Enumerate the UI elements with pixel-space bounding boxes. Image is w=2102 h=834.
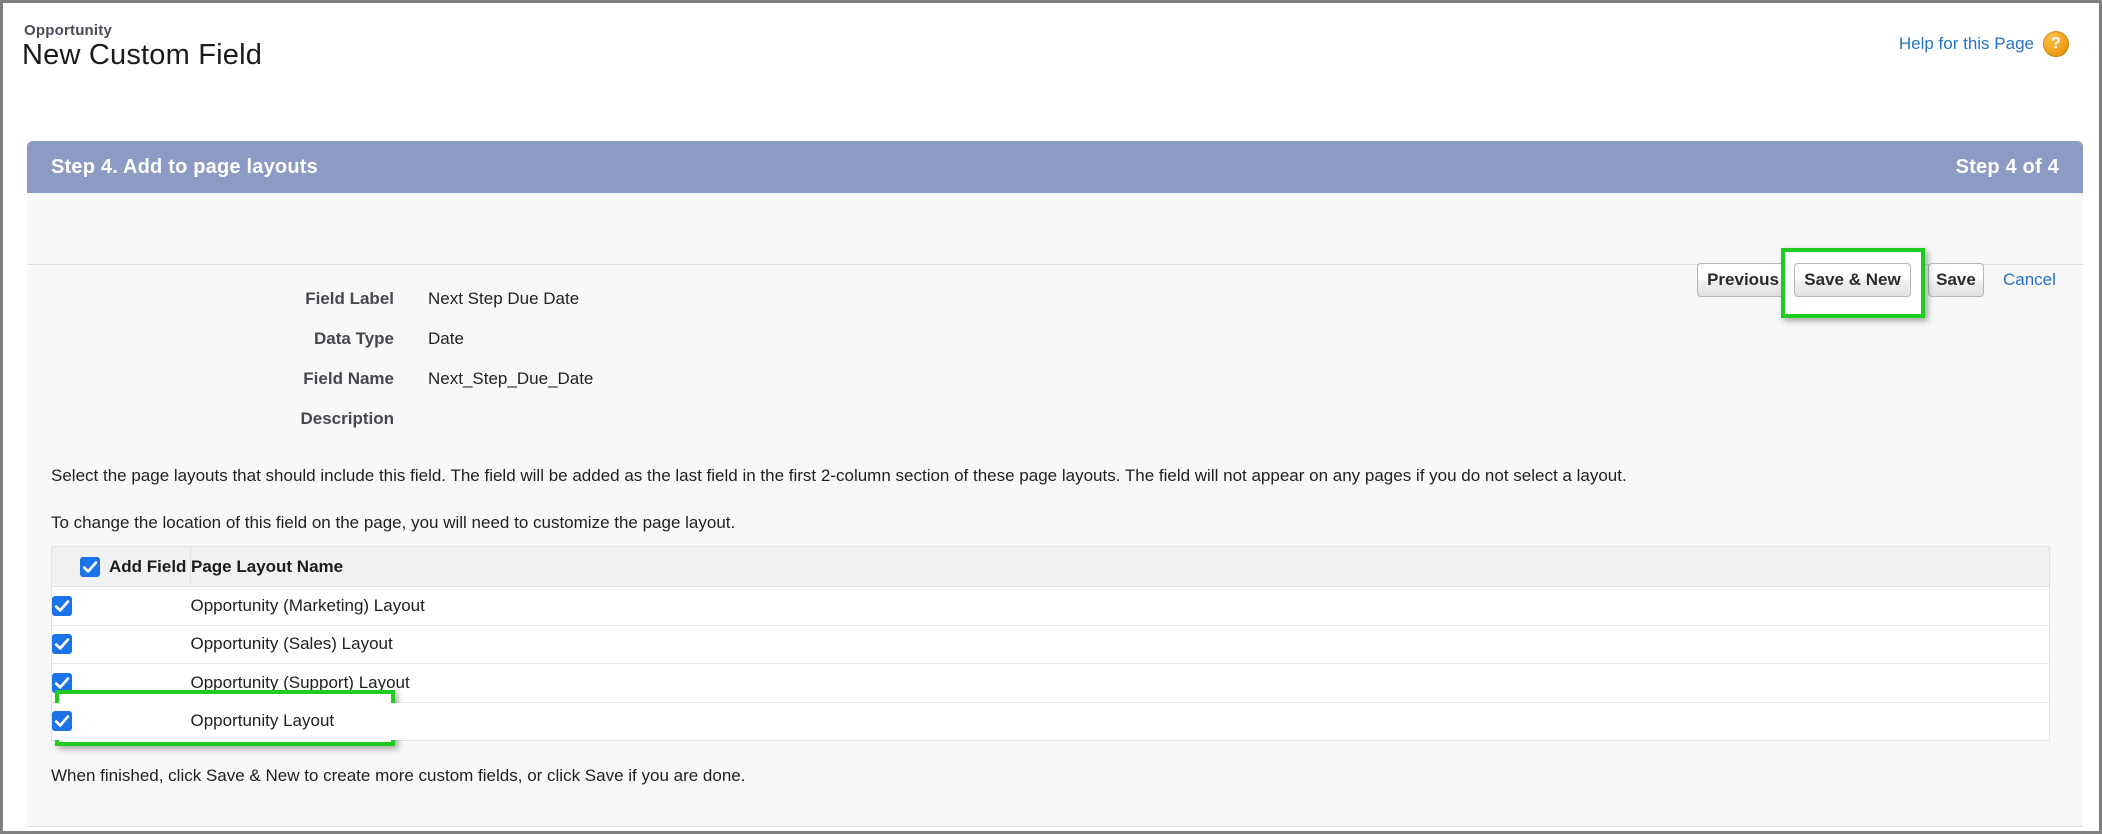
table-header-row: Add Field Page Layout Name [51,546,2050,587]
row-checkbox[interactable] [52,711,72,732]
table-header: Add Field Page Layout Name [51,546,2050,587]
instruction-paragraph-1: Select the page layouts that should incl… [51,466,1627,485]
new-custom-field-panel: Step 4. Add to page layouts Step 4 of 4 … [27,141,2083,827]
row-checkbox[interactable] [52,595,72,616]
step-header-bar: Step 4. Add to page layouts Step 4 of 4 [27,141,2083,193]
page-layout-table: Add Field Page Layout Name Opportunity (… [51,546,2050,741]
data-type-label: Data Type [314,329,394,348]
question-mark-icon[interactable]: ? [2043,31,2069,57]
table-body: Opportunity (Marketing) Layout Opportuni… [51,586,2050,741]
select-all-checkbox[interactable] [80,556,100,577]
layout-name-cell: Opportunity (Support) Layout [190,663,2050,702]
row-checkbox-cell[interactable] [51,701,191,741]
add-field-header-label: Add Field [109,556,187,576]
table-row[interactable]: Opportunity (Sales) Layout [51,624,2050,664]
row-checkbox[interactable] [52,634,72,655]
step-title: Step 4. Add to page layouts [51,155,318,178]
field-summary-row: Field Name Next_Step_Due_Date [27,359,2083,399]
row-checkbox-cell[interactable] [52,587,191,626]
table-row[interactable]: Opportunity (Marketing) Layout [51,586,2050,626]
field-name-value: Next_Step_Due_Date [428,369,594,388]
row-checkbox-cell[interactable] [51,624,191,664]
field-name-label: Field Name [303,369,394,388]
instruction-paragraph-2: To change the location of this field on … [51,513,736,532]
page-title: New Custom Field [22,39,263,71]
layout-name-cell: Opportunity Layout [190,701,2050,741]
layout-name-cell: Opportunity (Sales) Layout [190,624,2050,664]
add-field-column-header: Add Field [51,546,191,587]
description-label: Description [300,409,394,428]
field-label-label: Field Label [305,289,394,308]
layout-name-cell: Opportunity (Marketing) Layout [190,595,425,615]
field-summary-row: Description [27,399,2083,439]
add-field-header-cell: Add Field [52,556,190,577]
footer-note: When finished, click Save & New to creat… [51,766,746,785]
page-layout-name-column-header: Page Layout Name [190,546,2050,587]
step-counter: Step 4 of 4 [1955,155,2059,178]
table-row[interactable]: Opportunity Layout [51,701,2050,741]
action-button-bar: Previous Save & New Save Cancel [27,193,2083,318]
breadcrumb: Opportunity [24,22,113,39]
data-type-value: Date [428,329,464,348]
save-and-new-button[interactable]: Save & New [1794,263,1911,297]
field-summary-row: Field Label Next Step Due Date [27,279,2083,319]
field-summary: Field Label Next Step Due Date Data Type… [27,279,2083,439]
help-link[interactable]: Help for this Page [1899,34,2034,54]
field-summary-row: Data Type Date [27,319,2083,359]
screenshot-frame: Opportunity New Custom Field Help for th… [0,0,2102,834]
field-label-value: Next Step Due Date [428,289,580,308]
help-for-this-page[interactable]: Help for this Page ? [1899,31,2069,57]
page-canvas: Opportunity New Custom Field Help for th… [3,3,2099,831]
